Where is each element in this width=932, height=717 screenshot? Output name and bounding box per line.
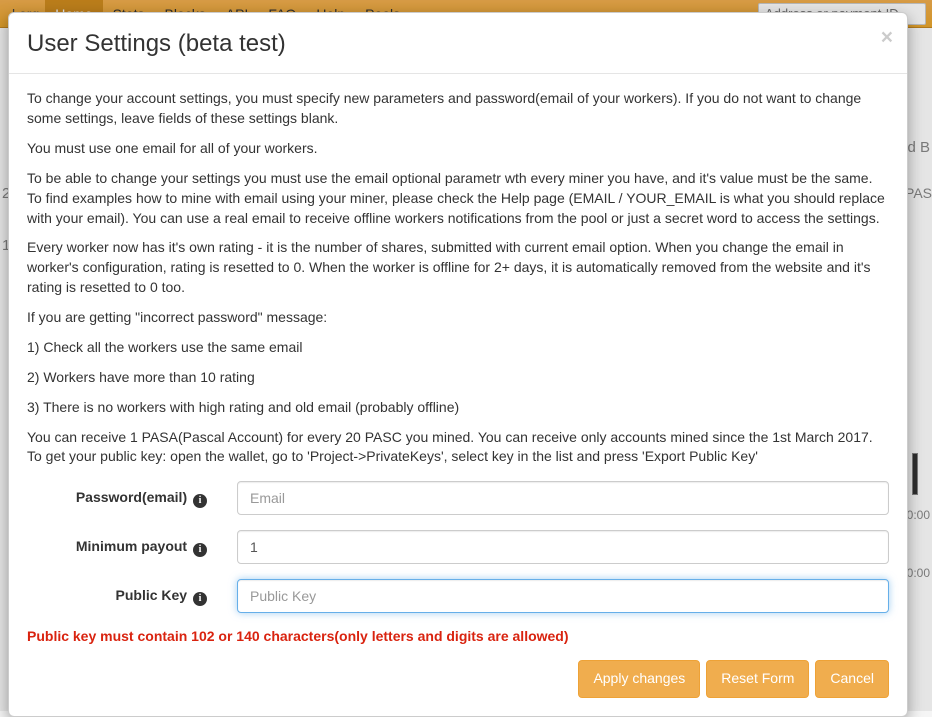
- reset-form-button[interactable]: Reset Form: [706, 660, 809, 698]
- modal-header: User Settings (beta test) ×: [9, 13, 907, 74]
- intro-paragraph: If you are getting "incorrect password" …: [27, 308, 889, 328]
- public-key-label: Public Key i: [27, 587, 237, 606]
- intro-paragraph: You must use one email for all of your w…: [27, 139, 889, 159]
- password-group: Password(email) i: [27, 481, 889, 515]
- public-key-group: Public Key i: [27, 579, 889, 613]
- min-payout-label: Minimum payout i: [27, 538, 237, 557]
- modal-title: User Settings (beta test): [27, 28, 889, 59]
- modal-body: To change your account settings, you mus…: [9, 74, 907, 716]
- min-payout-group: Minimum payout i: [27, 530, 889, 564]
- intro-paragraph: 1) Check all the workers use the same em…: [27, 338, 889, 358]
- info-icon[interactable]: i: [193, 494, 207, 508]
- intro-paragraph: Every worker now has it's own rating - i…: [27, 238, 889, 298]
- password-input[interactable]: [237, 481, 889, 515]
- min-payout-input[interactable]: [237, 530, 889, 564]
- intro-paragraph: 3) There is no workers with high rating …: [27, 398, 889, 418]
- intro-paragraph: To change your account settings, you mus…: [27, 89, 889, 129]
- close-button[interactable]: ×: [881, 27, 893, 48]
- modal-footer: Apply changes Reset Form Cancel: [27, 660, 889, 698]
- cancel-button[interactable]: Cancel: [815, 660, 889, 698]
- min-payout-label-text: Minimum payout: [76, 538, 187, 554]
- validation-error: Public key must contain 102 or 140 chara…: [27, 628, 889, 644]
- public-key-label-text: Public Key: [116, 587, 188, 603]
- info-icon[interactable]: i: [193, 592, 207, 606]
- public-key-input[interactable]: [237, 579, 889, 613]
- intro-paragraph: 2) Workers have more than 10 rating: [27, 368, 889, 388]
- password-label: Password(email) i: [27, 489, 237, 508]
- intro-paragraph: You can receive 1 PASA(Pascal Account) f…: [27, 428, 889, 468]
- user-settings-modal: User Settings (beta test) × To change yo…: [8, 12, 908, 717]
- settings-form: Password(email) i Minimum payout i Publi…: [27, 481, 889, 698]
- password-label-text: Password(email): [76, 489, 187, 505]
- apply-changes-button[interactable]: Apply changes: [578, 660, 700, 698]
- info-icon[interactable]: i: [193, 543, 207, 557]
- intro-paragraph: To be able to change your settings you m…: [27, 169, 889, 229]
